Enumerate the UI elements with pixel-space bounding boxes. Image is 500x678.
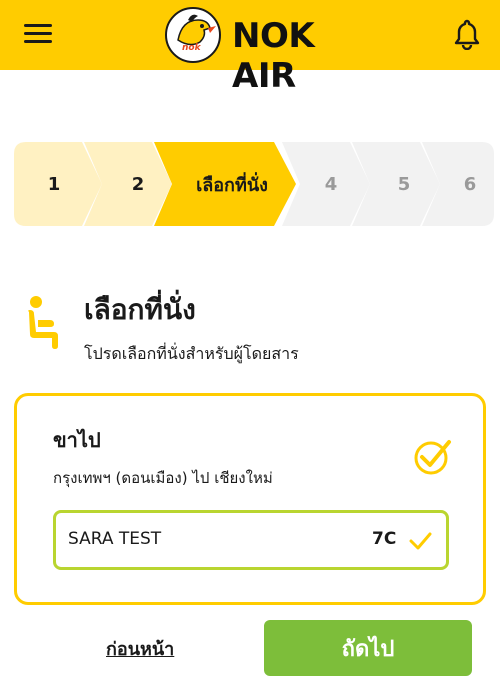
app-header: nok NOK AIR (0, 0, 500, 96)
step-select-seat-active: เลือกที่นั่ง (154, 142, 296, 226)
passenger-name: SARA TEST (68, 529, 162, 549)
step-1: 1 (14, 142, 102, 226)
seat-number: 7C (372, 529, 397, 549)
logo-wordmark: nok (182, 43, 202, 53)
next-button[interactable]: ถัดไป (264, 620, 472, 676)
step-4-label: 4 (324, 173, 338, 195)
direction-label: ขาไป (53, 428, 101, 452)
check-circle-icon (414, 440, 451, 475)
hamburger-menu-icon[interactable] (24, 22, 52, 44)
brand-name: NOK AIR (232, 16, 315, 96)
step-5-label: 5 (397, 173, 411, 195)
nok-bird-logo-icon: nok (165, 7, 221, 63)
step-6-label: 6 (463, 173, 477, 195)
passenger-seat-row[interactable]: SARA TEST 7C (53, 510, 449, 570)
checkmark-icon (409, 532, 432, 550)
step-1-label: 1 (47, 173, 61, 195)
booking-stepper: 6 5 4 เลือกที่นั่ง 2 1 (14, 142, 494, 226)
back-link[interactable]: ก่อนหน้า (106, 634, 174, 663)
page-subtitle: โปรดเลือกที่นั่งสำหรับผู้โดยสาร (84, 344, 299, 363)
nok-air-logo: nok NOK AIR (164, 6, 374, 96)
page-title: เลือกที่นั่ง (84, 293, 196, 326)
route-text: กรุงเทพฯ (ดอนเมือง) ไป เชียงใหม่ (53, 469, 273, 487)
step-3-label: เลือกที่นั่ง (196, 174, 268, 196)
bell-icon[interactable] (452, 18, 482, 50)
step-2-label: 2 (131, 173, 145, 195)
seat-icon (28, 296, 58, 349)
outbound-flight-card: ขาไป กรุงเทพฯ (ดอนเมือง) ไป เชียงใหม่ SA… (14, 393, 486, 605)
